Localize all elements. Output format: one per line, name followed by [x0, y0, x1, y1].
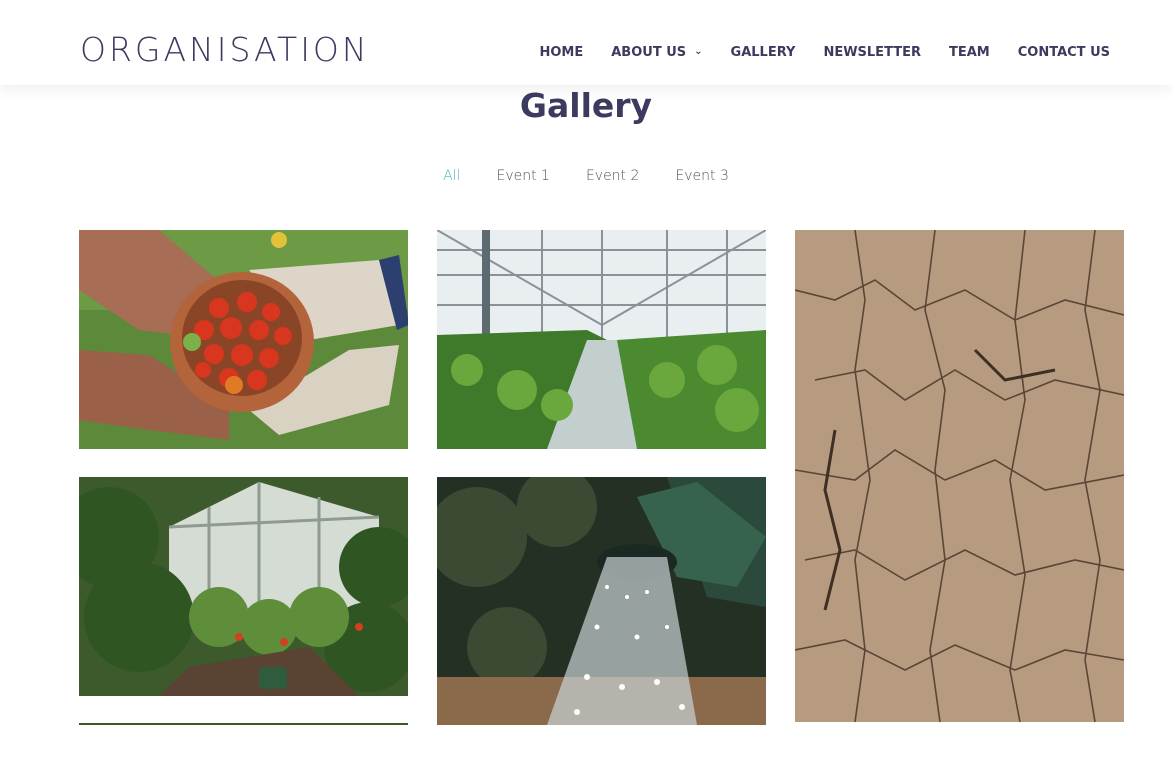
- site-logo[interactable]: ORGANISATION: [80, 30, 370, 69]
- gallery-image-cracked-soil[interactable]: [795, 230, 1124, 722]
- page-title: Gallery: [519, 86, 653, 125]
- gallery-image-watering-can[interactable]: [437, 477, 766, 725]
- filter-event-3[interactable]: Event 3: [675, 168, 728, 184]
- gallery-image-tomatoes[interactable]: [79, 230, 408, 449]
- site-header: ORGANISATION HOME ABOUT US ⌄ GALLERY NEW…: [0, 0, 1172, 85]
- watering-can-photo: [437, 477, 766, 725]
- nav-team[interactable]: TEAM: [949, 45, 990, 60]
- gallery-image-greenhouse-rows[interactable]: [437, 230, 766, 449]
- filter-all[interactable]: All: [443, 168, 460, 184]
- nav-gallery[interactable]: GALLERY: [731, 45, 796, 60]
- greenhouse-interior-photo: [79, 477, 408, 696]
- gallery-image-partial[interactable]: [79, 723, 408, 725]
- filter-event-2[interactable]: Event 2: [586, 168, 639, 184]
- nav-contact-us[interactable]: CONTACT US: [1018, 45, 1110, 60]
- gallery-image-greenhouse-interior[interactable]: [79, 477, 408, 696]
- greenhouse-rows-photo: [437, 230, 766, 449]
- nav-about-us-label: ABOUT US: [611, 45, 687, 60]
- nav-about-us[interactable]: ABOUT US ⌄: [611, 45, 702, 60]
- chevron-down-icon: ⌄: [694, 46, 703, 57]
- main-nav: HOME ABOUT US ⌄ GALLERY NEWSLETTER TEAM …: [540, 45, 1111, 60]
- nav-home[interactable]: HOME: [540, 45, 584, 60]
- nav-newsletter[interactable]: NEWSLETTER: [823, 45, 921, 60]
- filter-event-1[interactable]: Event 1: [496, 168, 549, 184]
- tomatoes-photo: [79, 230, 408, 449]
- gallery-filters: All Event 1 Event 2 Event 3: [0, 168, 1172, 184]
- cracked-soil-photo: [795, 230, 1124, 722]
